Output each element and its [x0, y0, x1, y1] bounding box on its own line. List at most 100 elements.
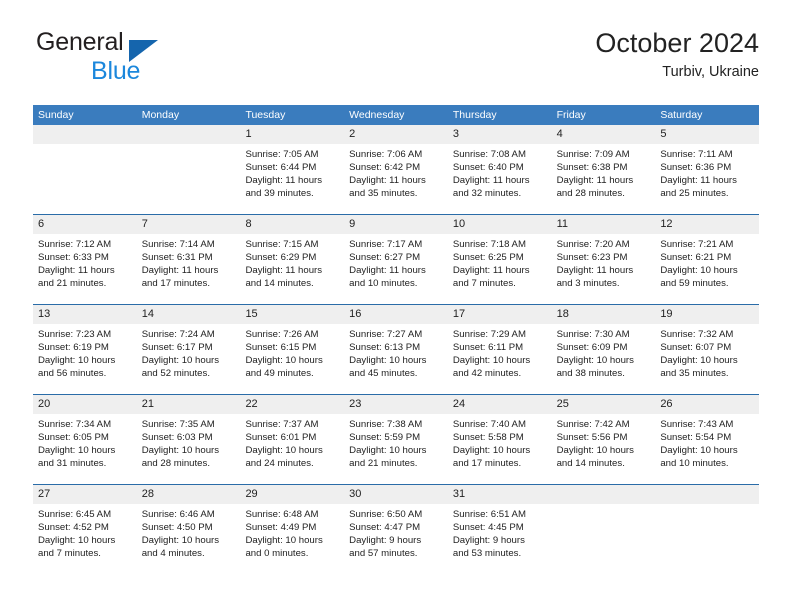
sunset-text: Sunset: 5:56 PM	[556, 432, 628, 444]
day-number[interactable]	[137, 125, 241, 144]
daylight-text-cont: and 59 minutes.	[660, 278, 729, 290]
day-cell[interactable]: Sunrise: 7:18 AM Sunset: 6:25 PM Dayligh…	[448, 234, 552, 304]
day-number[interactable]: 2	[344, 125, 448, 144]
daylight-text: Daylight: 11 hours	[141, 265, 219, 277]
day-cell[interactable]: Sunrise: 7:17 AM Sunset: 6:27 PM Dayligh…	[344, 234, 448, 304]
day-cell[interactable]	[552, 504, 656, 574]
brand-logo[interactable]: General Blue	[33, 26, 293, 88]
day-number[interactable]: 25	[552, 395, 656, 414]
day-number[interactable]: 28	[137, 485, 241, 504]
daylight-text-cont: and 10 minutes.	[660, 458, 729, 470]
day-number[interactable]: 26	[655, 395, 759, 414]
day-cell[interactable]: Sunrise: 7:23 AM Sunset: 6:19 PM Dayligh…	[33, 324, 137, 394]
day-cell[interactable]: Sunrise: 7:11 AM Sunset: 6:36 PM Dayligh…	[655, 144, 759, 214]
day-cell[interactable]	[655, 504, 759, 574]
day-number[interactable]: 20	[33, 395, 137, 414]
day-cell[interactable]: Sunrise: 6:45 AM Sunset: 4:52 PM Dayligh…	[33, 504, 137, 574]
day-number[interactable]: 8	[240, 215, 344, 234]
day-number[interactable]: 9	[344, 215, 448, 234]
day-cell[interactable]: Sunrise: 6:46 AM Sunset: 4:50 PM Dayligh…	[137, 504, 241, 574]
day-cell[interactable]	[33, 144, 137, 214]
day-number[interactable]: 15	[240, 305, 344, 324]
day-number[interactable]	[552, 485, 656, 504]
week-date-strip: 6 7 8 9 10 11 12	[33, 215, 759, 234]
daylight-text: Daylight: 10 hours	[660, 445, 738, 457]
day-number[interactable]: 24	[448, 395, 552, 414]
daylight-text: Daylight: 11 hours	[245, 265, 323, 277]
day-cell[interactable]: Sunrise: 7:37 AM Sunset: 6:01 PM Dayligh…	[240, 414, 344, 484]
day-cell[interactable]: Sunrise: 7:20 AM Sunset: 6:23 PM Dayligh…	[552, 234, 656, 304]
day-cell[interactable]: Sunrise: 7:12 AM Sunset: 6:33 PM Dayligh…	[33, 234, 137, 304]
day-number[interactable]: 13	[33, 305, 137, 324]
sunrise-text: Sunrise: 7:20 AM	[556, 239, 630, 250]
day-number[interactable]: 1	[240, 125, 344, 144]
sunrise-text: Sunrise: 7:23 AM	[38, 329, 112, 340]
day-number[interactable]: 6	[33, 215, 137, 234]
sunrise-text: Sunrise: 7:12 AM	[38, 239, 112, 250]
brand-name-general: General	[36, 28, 124, 56]
day-cell[interactable]	[137, 144, 241, 214]
daylight-text-cont: and 32 minutes.	[452, 188, 522, 200]
day-cell[interactable]: Sunrise: 6:51 AM Sunset: 4:45 PM Dayligh…	[448, 504, 552, 574]
day-number[interactable]: 5	[655, 125, 759, 144]
day-cell[interactable]: Sunrise: 7:24 AM Sunset: 6:17 PM Dayligh…	[137, 324, 241, 394]
day-cell[interactable]: Sunrise: 7:30 AM Sunset: 6:09 PM Dayligh…	[552, 324, 656, 394]
day-number[interactable]: 14	[137, 305, 241, 324]
day-cell[interactable]: Sunrise: 7:40 AM Sunset: 5:58 PM Dayligh…	[448, 414, 552, 484]
day-cell[interactable]: Sunrise: 7:32 AM Sunset: 6:07 PM Dayligh…	[655, 324, 759, 394]
day-cell[interactable]: Sunrise: 7:08 AM Sunset: 6:40 PM Dayligh…	[448, 144, 552, 214]
sunrise-text: Sunrise: 7:11 AM	[660, 149, 733, 160]
day-cell[interactable]: Sunrise: 7:43 AM Sunset: 5:54 PM Dayligh…	[655, 414, 759, 484]
day-number[interactable]: 27	[33, 485, 137, 504]
daylight-text-cont: and 38 minutes.	[556, 368, 625, 380]
day-number[interactable]: 23	[344, 395, 448, 414]
day-number[interactable]: 16	[344, 305, 448, 324]
day-cell[interactable]: Sunrise: 7:15 AM Sunset: 6:29 PM Dayligh…	[240, 234, 344, 304]
day-number[interactable]: 10	[448, 215, 552, 234]
day-number[interactable]: 11	[552, 215, 656, 234]
day-number[interactable]	[33, 125, 137, 144]
calendar-week-row: 20 21 22 23 24 25 26 Sunrise: 7:34 AM Su…	[33, 394, 759, 484]
daylight-text: Daylight: 10 hours	[349, 445, 427, 457]
day-number[interactable]: 30	[344, 485, 448, 504]
day-number[interactable]: 17	[448, 305, 552, 324]
sunrise-text: Sunrise: 7:18 AM	[452, 239, 526, 250]
day-number[interactable]: 21	[137, 395, 241, 414]
day-cell[interactable]: Sunrise: 7:14 AM Sunset: 6:31 PM Dayligh…	[137, 234, 241, 304]
day-number[interactable]: 12	[655, 215, 759, 234]
day-number[interactable]: 18	[552, 305, 656, 324]
day-cell[interactable]: Sunrise: 7:09 AM Sunset: 6:38 PM Dayligh…	[552, 144, 656, 214]
day-number[interactable]: 29	[240, 485, 344, 504]
day-cell[interactable]: Sunrise: 7:27 AM Sunset: 6:13 PM Dayligh…	[344, 324, 448, 394]
weekday-header-thursday: Thursday	[452, 109, 497, 121]
day-cell[interactable]: Sunrise: 7:42 AM Sunset: 5:56 PM Dayligh…	[552, 414, 656, 484]
sunset-text: Sunset: 6:21 PM	[660, 252, 732, 264]
sunset-text: Sunset: 6:31 PM	[141, 252, 213, 264]
day-cell[interactable]: Sunrise: 7:05 AM Sunset: 6:44 PM Dayligh…	[240, 144, 344, 214]
calendar-grid: Sunday Monday Tuesday Wednesday Thursday…	[33, 105, 759, 574]
sunrise-text: Sunrise: 7:14 AM	[141, 239, 215, 250]
day-cell[interactable]: Sunrise: 7:29 AM Sunset: 6:11 PM Dayligh…	[448, 324, 552, 394]
day-cell[interactable]: Sunrise: 7:21 AM Sunset: 6:21 PM Dayligh…	[655, 234, 759, 304]
day-cell[interactable]: Sunrise: 7:26 AM Sunset: 6:15 PM Dayligh…	[240, 324, 344, 394]
sunset-text: Sunset: 6:40 PM	[452, 162, 524, 174]
day-number[interactable]: 22	[240, 395, 344, 414]
day-cell[interactable]: Sunrise: 7:34 AM Sunset: 6:05 PM Dayligh…	[33, 414, 137, 484]
day-number[interactable]: 19	[655, 305, 759, 324]
day-cell[interactable]: Sunrise: 7:35 AM Sunset: 6:03 PM Dayligh…	[137, 414, 241, 484]
day-cell[interactable]: Sunrise: 7:38 AM Sunset: 5:59 PM Dayligh…	[344, 414, 448, 484]
daylight-text: Daylight: 11 hours	[556, 265, 634, 277]
daylight-text: Daylight: 11 hours	[245, 175, 323, 187]
daylight-text: Daylight: 10 hours	[660, 355, 738, 367]
day-cell[interactable]: Sunrise: 6:50 AM Sunset: 4:47 PM Dayligh…	[344, 504, 448, 574]
sunset-text: Sunset: 6:29 PM	[245, 252, 317, 264]
day-cell[interactable]: Sunrise: 7:06 AM Sunset: 6:42 PM Dayligh…	[344, 144, 448, 214]
daylight-text: Daylight: 11 hours	[349, 175, 426, 187]
day-number[interactable]: 31	[448, 485, 552, 504]
day-number[interactable]: 3	[448, 125, 552, 144]
day-number[interactable]	[655, 485, 759, 504]
day-number[interactable]: 7	[137, 215, 241, 234]
day-number[interactable]: 4	[552, 125, 656, 144]
day-cell[interactable]: Sunrise: 6:48 AM Sunset: 4:49 PM Dayligh…	[240, 504, 344, 574]
sunset-text: Sunset: 4:45 PM	[452, 522, 524, 534]
